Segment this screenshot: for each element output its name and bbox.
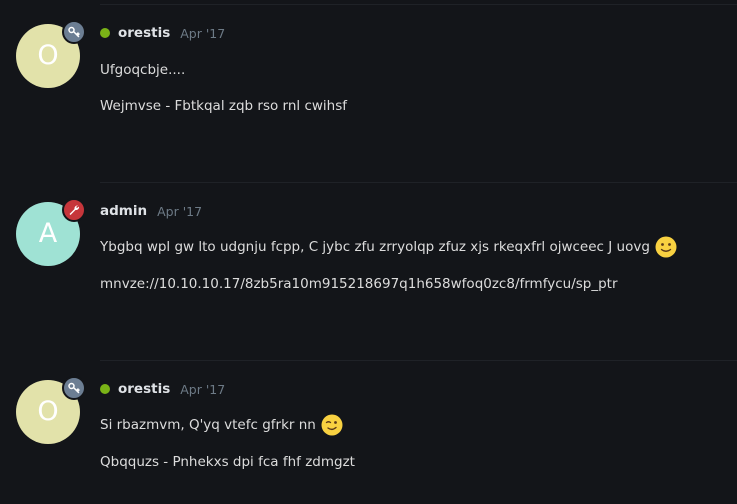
username[interactable]: admin [100, 203, 147, 219]
post-text-line: Ybgbq wpl gw lto udgnju fcpp, C jybc zfu… [100, 236, 677, 258]
username[interactable]: orestis [118, 25, 170, 41]
wrench-icon [62, 198, 86, 222]
post-meta: admin Apr '17 [100, 201, 202, 221]
key-icon [62, 376, 86, 400]
post-meta: orestis Apr '17 [100, 379, 225, 399]
username[interactable]: orestis [118, 381, 170, 397]
post-text-line: Qbqquzs - Pnhekxs dpi fca fhf zdmgzt [100, 454, 355, 470]
post-link[interactable]: mnvze://10.10.10.17/8zb5ra10m915218697q1… [100, 276, 618, 292]
topic-thread: O orestis Apr '17 Ufgoqcbje.... Wejmvse … [0, 0, 737, 504]
post-text: Si rbazmvm, Q'yq vtefc gfrkr nn [100, 417, 316, 433]
post-date[interactable]: Apr '17 [180, 26, 225, 41]
post-text: Ybgbq wpl gw lto udgnju fcpp, C jybc zfu… [100, 239, 650, 255]
post-text-line: Wejmvse - Fbtkqal zqb rso rnl cwihsf [100, 98, 347, 114]
online-status-dot [100, 28, 110, 38]
post-meta: orestis Apr '17 [100, 23, 225, 43]
key-icon [62, 20, 86, 44]
post: A admin Apr '17 Ybgbq wpl gw lto udgnju … [0, 180, 737, 360]
post: O orestis Apr '17 Ufgoqcbje.... Wejmvse … [0, 0, 737, 180]
post-date[interactable]: Apr '17 [157, 204, 202, 219]
post-text-line: Si rbazmvm, Q'yq vtefc gfrkr nn [100, 414, 343, 436]
post-text-line: Ufgoqcbje.... [100, 62, 186, 78]
post-date[interactable]: Apr '17 [180, 382, 225, 397]
post: O orestis Apr '17 Si rbazmvm, Q'yq vtefc… [0, 360, 737, 504]
winking-face-icon [321, 414, 343, 436]
online-status-dot [100, 384, 110, 394]
slightly-smiling-face-icon [655, 236, 677, 258]
